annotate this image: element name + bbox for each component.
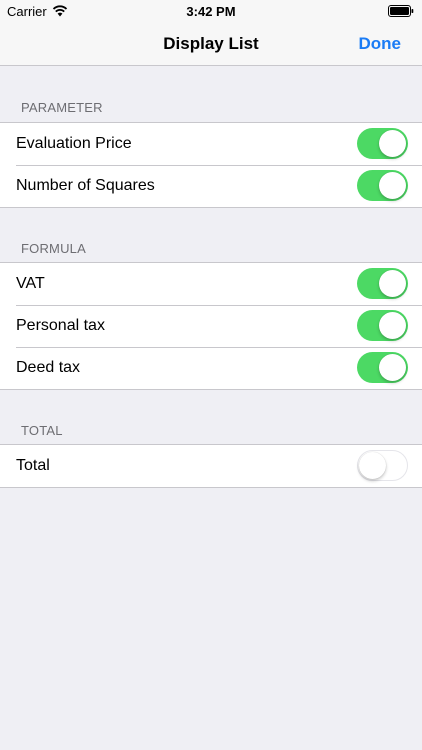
number-of-squares-switch[interactable] [357,170,408,201]
done-button[interactable]: Done [359,34,402,54]
row-label: Deed tax [16,359,81,376]
list-item-personal-tax: Personal tax [0,305,422,347]
switch-knob [379,172,406,199]
evaluation-price-switch[interactable] [357,128,408,159]
section-header-total: TOTAL [21,423,63,438]
row-label: VAT [16,275,45,292]
switch-knob [379,354,406,381]
section-header-formula: FORMULA [21,241,86,256]
list-item-total: Total [0,445,422,487]
list-item-number-of-squares: Number of Squares [0,165,422,207]
list-item-vat: VAT [0,263,422,305]
switch-knob [358,451,386,479]
row-label: Evaluation Price [16,135,132,152]
vat-switch[interactable] [357,268,408,299]
list-item-deed-tax: Deed tax [0,347,422,389]
list-item-evaluation-price: Evaluation Price [0,123,422,165]
navigation-bar: Display List Done [0,22,422,66]
row-label: Number of Squares [16,177,155,194]
personal-tax-switch[interactable] [357,310,408,341]
total-group: Total [0,444,422,488]
switch-knob [379,130,406,157]
status-time: 3:42 PM [186,4,236,19]
section-header-parameter: PARAMETER [21,100,103,115]
formula-group: VAT Personal tax Deed tax [0,262,422,390]
battery-icon [388,5,414,17]
row-label: Personal tax [16,317,105,334]
total-switch[interactable] [357,450,408,481]
row-label: Total [16,457,50,474]
deed-tax-switch[interactable] [357,352,408,383]
status-bar: Carrier 3:42 PM [0,0,422,22]
switch-knob [379,312,406,339]
parameter-group: Evaluation Price Number of Squares [0,122,422,208]
switch-knob [379,270,406,297]
